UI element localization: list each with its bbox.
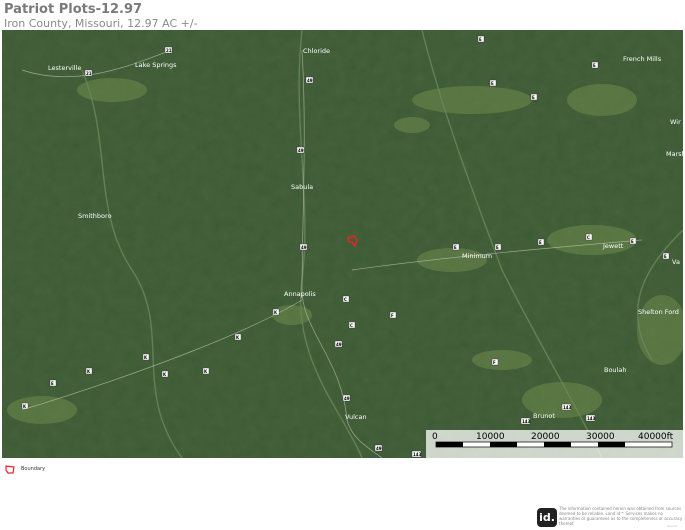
road-shield: 21 <box>164 46 173 54</box>
road-shield: 49 <box>334 340 343 348</box>
land-id-logo: id. <box>537 508 557 527</box>
svg-text:49: 49 <box>344 396 350 401</box>
disclaimer-text: The information contained herein was obt… <box>559 506 683 526</box>
map-legend: Boundary <box>4 464 124 476</box>
map-canvas[interactable]: Lesterville Lake Springs Chloride French… <box>2 30 683 458</box>
road-shield: E <box>452 243 460 251</box>
road-shield: C <box>348 321 356 329</box>
place-label: Jewett <box>602 242 624 250</box>
road-shield: K <box>85 367 93 375</box>
road-shield: E <box>530 93 538 101</box>
road-shield: 143 <box>561 403 572 411</box>
scale-label: 0 <box>432 432 438 442</box>
svg-text:E: E <box>491 81 494 86</box>
scale-bar: 0 10000 20000 30000 40000ft <box>426 430 683 458</box>
svg-text:143: 143 <box>563 405 572 410</box>
scale-label: 30000 <box>586 432 615 442</box>
scale-bar-segment <box>490 442 517 447</box>
place-label: Vulcan <box>345 413 367 421</box>
svg-text:143: 143 <box>522 419 531 424</box>
road-shield: E <box>49 379 57 387</box>
road-shield: E <box>489 79 497 87</box>
map-header: Patriot Plots-12.97 Iron County, Missour… <box>4 2 680 31</box>
place-label: Sabula <box>291 183 313 191</box>
road-shield: C <box>342 295 350 303</box>
road-shield: 21 <box>84 69 93 77</box>
place-label: Annapolis <box>284 290 316 298</box>
place-label: French Mills <box>623 55 662 63</box>
place-label: Lesterville <box>48 64 81 72</box>
version-stamp: land id <box>667 524 678 528</box>
road-shield: K <box>161 370 169 378</box>
road-shield: 49 <box>342 394 351 402</box>
scale-bar-segment <box>544 442 571 447</box>
road-shield: 49 <box>296 146 305 154</box>
svg-text:C: C <box>587 235 590 240</box>
place-label: Shelton Ford <box>638 308 679 316</box>
svg-text:E: E <box>454 245 457 250</box>
place-label: Minimum <box>462 252 492 260</box>
svg-text:F: F <box>391 313 394 318</box>
place-label: Boulah <box>604 366 626 374</box>
road-shield: K <box>142 353 150 361</box>
scale-label: 10000 <box>476 432 505 442</box>
svg-text:E: E <box>496 245 499 250</box>
svg-text:49: 49 <box>336 342 342 347</box>
svg-text:E: E <box>51 381 54 386</box>
page-subtitle: Iron County, Missouri, 12.97 AC +/- <box>4 17 198 30</box>
svg-text:21: 21 <box>166 48 172 53</box>
road-shield: C <box>585 233 593 241</box>
svg-text:C: C <box>344 297 347 302</box>
road-shield: 49 <box>374 444 383 452</box>
page-title: Patriot Plots-12.97 <box>4 2 143 17</box>
svg-text:E: E <box>479 37 482 42</box>
place-label: Marsh Creek <box>666 150 683 158</box>
svg-text:E: E <box>631 239 634 244</box>
svg-text:143: 143 <box>587 416 596 421</box>
scale-bar-segment <box>598 442 625 447</box>
svg-text:E: E <box>664 254 667 259</box>
road-shield: K <box>272 308 280 316</box>
road-shield: E <box>477 35 485 43</box>
satellite-map[interactable]: Lesterville Lake Springs Chloride French… <box>2 30 683 458</box>
road-shield: E <box>537 238 545 246</box>
boundary-legend-icon <box>5 465 15 474</box>
road-shield: 143 <box>411 450 422 458</box>
road-shield: 49 <box>299 243 308 251</box>
road-shield: E <box>591 61 599 69</box>
svg-text:21: 21 <box>86 71 92 76</box>
svg-text:C: C <box>350 323 353 328</box>
legend-label: Boundary <box>21 466 46 472</box>
scale-label: 20000 <box>531 432 560 442</box>
road-shield: E <box>662 252 670 260</box>
place-label: Chloride <box>303 47 330 55</box>
road-shield: F <box>389 311 397 319</box>
svg-text:E: E <box>593 63 596 68</box>
road-shield: E <box>629 237 637 245</box>
road-shield: K <box>234 333 242 341</box>
svg-text:E: E <box>539 240 542 245</box>
svg-text:F: F <box>493 360 496 365</box>
scale-label: 40000ft <box>638 432 674 442</box>
place-label: Brunot <box>533 412 555 420</box>
road-shield: 49 <box>305 76 314 84</box>
svg-text:49: 49 <box>301 245 307 250</box>
road-shield: 143 <box>585 414 596 422</box>
svg-text:49: 49 <box>307 78 313 83</box>
road-shield: E <box>494 243 502 251</box>
place-label: Lake Springs <box>135 61 177 69</box>
road-shield: K <box>21 402 29 410</box>
place-label: Wir <box>670 118 681 126</box>
place-label: Smithboro <box>78 212 112 220</box>
svg-text:49: 49 <box>298 148 304 153</box>
road-shield: 143 <box>520 417 531 425</box>
place-label: Va <box>672 258 680 266</box>
svg-text:143: 143 <box>413 452 422 457</box>
road-shield: F <box>491 358 499 366</box>
svg-text:49: 49 <box>376 446 382 451</box>
road-shield: K <box>202 367 210 375</box>
svg-text:E: E <box>532 95 535 100</box>
scale-bar-segment <box>436 442 463 447</box>
